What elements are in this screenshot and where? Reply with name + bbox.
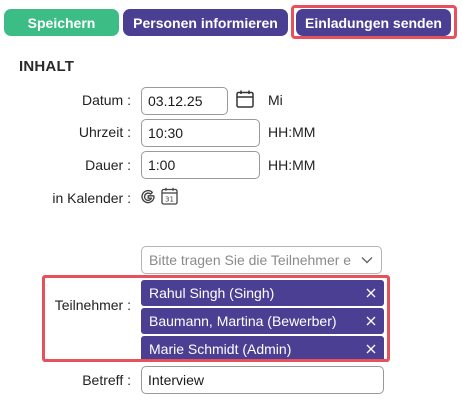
send-invitations-button[interactable]: Einladungen senden — [296, 9, 451, 36]
remove-participant-icon[interactable] — [358, 280, 384, 306]
subject-input[interactable]: Interview — [141, 366, 384, 394]
calendar-day-icon[interactable]: 31 — [161, 187, 178, 205]
participant-chip: Rahul Singh (Singh) — [141, 280, 384, 306]
calendar-picker-icon[interactable] — [235, 89, 255, 109]
section-title: INHALT — [19, 58, 75, 75]
duration-label: Dauer : — [85, 157, 131, 173]
time-format-hint: HH:MM — [268, 124, 316, 140]
participant-chip: Marie Schmidt (Admin) — [141, 336, 384, 362]
weekday-text: Mi — [268, 92, 283, 108]
subject-label: Betreff : — [82, 372, 131, 388]
date-input[interactable]: 03.12.25 — [141, 87, 228, 115]
participant-chip-label: Marie Schmidt (Admin) — [149, 341, 292, 357]
date-label: Datum : — [81, 92, 131, 108]
event-form: Speichern Personen informieren Einladung… — [0, 0, 462, 408]
participants-label: Teilnehmer : — [54, 297, 131, 313]
duration-format-hint: HH:MM — [268, 157, 316, 173]
time-input[interactable]: 10:30 — [141, 119, 260, 147]
remove-participant-icon[interactable] — [358, 308, 384, 334]
inform-persons-button[interactable]: Personen informieren — [123, 9, 288, 36]
google-calendar-icon[interactable] — [140, 189, 156, 205]
participant-chip: Baumann, Martina (Bewerber) — [141, 308, 384, 334]
remove-participant-icon[interactable] — [358, 336, 384, 362]
time-label: Uhrzeit : — [78, 124, 131, 140]
participant-select-placeholder: Bitte tragen Sie die Teilnehmer e — [149, 252, 352, 268]
duration-input[interactable]: 1:00 — [141, 151, 260, 179]
chevron-down-icon[interactable] — [353, 247, 381, 273]
participant-chip-label: Baumann, Martina (Bewerber) — [149, 313, 337, 329]
participant-chip-label: Rahul Singh (Singh) — [149, 285, 275, 301]
calendar-label: in Kalender : — [52, 190, 131, 206]
participant-select[interactable]: Bitte tragen Sie die Teilnehmer e — [141, 246, 382, 274]
svg-text:31: 31 — [165, 195, 174, 203]
save-button[interactable]: Speichern — [4, 9, 119, 36]
